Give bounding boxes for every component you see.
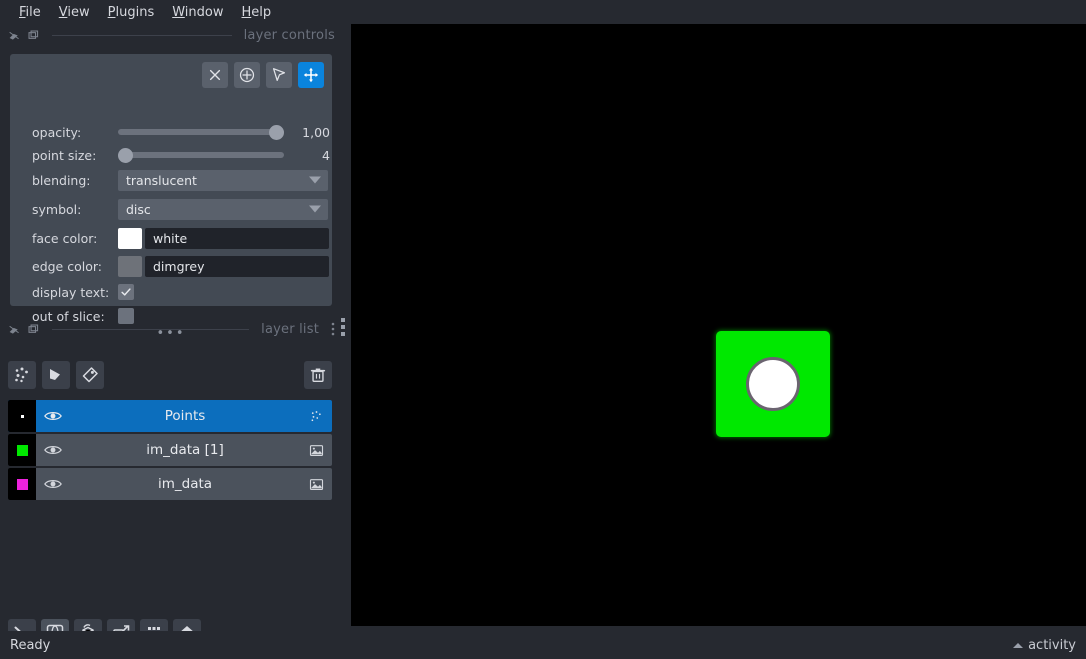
shapes-icon	[50, 369, 60, 380]
chevron-up-icon	[1013, 642, 1024, 648]
blending-label: blending:	[32, 172, 91, 188]
symbol-row: symbol: disc	[10, 197, 332, 221]
blending-value: translucent	[126, 172, 197, 188]
activity-button[interactable]: activity	[1013, 638, 1076, 653]
layer-list-buttons	[8, 361, 104, 389]
point-size-label: point size:	[32, 147, 97, 163]
display-text-row: display text:	[10, 280, 332, 304]
display-text-label: display text:	[32, 284, 110, 300]
edge-color-row: edge color: dimgrey	[10, 254, 332, 278]
eye-icon	[44, 480, 62, 488]
napari-viewer-window: File View Plugins Window Help layer cont…	[0, 0, 1086, 659]
layer-list-dock-header: layer list	[0, 318, 343, 340]
dock-header-rule	[52, 328, 250, 330]
layer-thumbnail	[8, 434, 36, 466]
new-points-layer-button[interactable]	[8, 361, 36, 389]
layer-visibility-toggle[interactable]	[36, 477, 70, 491]
points-icon	[311, 410, 321, 421]
dock-header-rule	[52, 34, 232, 36]
close-dock-icon[interactable]	[27, 29, 40, 42]
image-icon	[309, 444, 323, 456]
select-points-button[interactable]	[266, 62, 292, 88]
trash-icon	[310, 368, 326, 382]
opacity-slider[interactable]	[118, 122, 284, 142]
point-size-slider-handle[interactable]	[118, 147, 133, 163]
layer-type-icon	[300, 409, 332, 424]
points-icon	[15, 367, 28, 383]
layer-name: Points	[164, 408, 206, 424]
add-points-button[interactable]	[234, 62, 260, 88]
layer-type-icon	[300, 477, 332, 492]
opacity-value: 1,00	[302, 124, 330, 140]
float-dock-icon[interactable]	[8, 29, 21, 42]
layer-controls-dock-header: layer controls	[0, 24, 343, 46]
layer-list-title: layer list	[261, 321, 319, 337]
menu-help[interactable]: Help	[233, 3, 281, 22]
point-size-slider-track	[118, 152, 284, 158]
display-text-checkbox[interactable]	[118, 284, 134, 300]
opacity-label: opacity:	[32, 124, 82, 140]
close-dock-icon[interactable]	[27, 323, 40, 336]
layer-type-icon	[300, 443, 332, 458]
eye-icon	[44, 446, 62, 454]
layer-row-points[interactable]: Points	[8, 400, 332, 432]
edge-color-label: edge color:	[32, 258, 102, 274]
menu-plugins[interactable]: Plugins	[99, 3, 164, 22]
layer-name: im_data [1]	[146, 442, 224, 458]
point-size-slider[interactable]	[118, 145, 284, 165]
points-tool-toolbar	[202, 62, 324, 88]
green-image-square	[716, 331, 830, 437]
eye-icon	[44, 412, 62, 420]
delete-layer-button[interactable]	[304, 361, 332, 389]
menu-file[interactable]: File	[10, 3, 50, 22]
labels-tag-icon	[82, 367, 98, 383]
face-color-label: face color:	[32, 230, 98, 246]
layer-row-im-data-1[interactable]: im_data [1]	[8, 434, 332, 466]
symbol-value: disc	[126, 201, 151, 217]
layer-controls-panel: opacity: 1,00 point size: 4 blending: tr…	[10, 54, 332, 324]
edge-color-swatch[interactable]	[118, 255, 142, 277]
chevron-down-icon	[309, 176, 321, 184]
layer-list-overflow-menu-icon[interactable]	[331, 321, 335, 337]
face-color-swatch[interactable]	[118, 227, 142, 249]
opacity-slider-track	[118, 129, 284, 135]
image-icon	[309, 478, 323, 490]
status-message: Ready	[10, 637, 51, 653]
chevron-down-icon	[309, 205, 321, 213]
menu-view[interactable]: View	[50, 3, 99, 22]
face-color-input[interactable]: white	[145, 227, 329, 249]
layer-controls-title: layer controls	[243, 27, 335, 43]
pan-zoom-button[interactable]	[298, 62, 324, 88]
symbol-select[interactable]: disc	[118, 198, 328, 220]
check-icon	[121, 288, 131, 296]
blending-select[interactable]: translucent	[118, 169, 328, 191]
delete-selected-points-button[interactable]	[202, 62, 228, 88]
opacity-slider-handle[interactable]	[269, 124, 284, 140]
layer-visibility-toggle[interactable]	[36, 409, 70, 423]
point-size-value: 4	[322, 147, 330, 163]
menubar: File View Plugins Window Help	[0, 0, 1086, 24]
white-point-marker	[746, 357, 800, 411]
blending-row: blending: translucent	[10, 168, 332, 192]
symbol-label: symbol:	[32, 201, 82, 217]
layer-name: im_data	[157, 476, 213, 492]
layer-thumbnail	[8, 468, 36, 500]
new-labels-layer-button[interactable]	[76, 361, 104, 389]
layer-thumbnail	[8, 400, 36, 432]
edge-color-input[interactable]: dimgrey	[145, 255, 329, 277]
point-size-row: point size: 4	[10, 143, 332, 167]
menu-window[interactable]: Window	[163, 3, 232, 22]
layer-visibility-toggle[interactable]	[36, 443, 70, 457]
layer-row-im-data[interactable]: im_data	[8, 468, 332, 500]
float-dock-icon[interactable]	[8, 323, 21, 336]
activity-label: activity	[1028, 637, 1076, 653]
opacity-row: opacity: 1,00	[10, 120, 332, 144]
viewer-canvas[interactable]	[351, 24, 1086, 626]
face-color-row: face color: white	[10, 226, 332, 250]
panel-splitter-handle[interactable]	[339, 316, 347, 338]
layer-list: Points im_data [1] im_data	[8, 400, 332, 502]
new-shapes-layer-button[interactable]	[42, 361, 70, 389]
left-dock-column: layer controls opacity: 1,00 point size:…	[0, 24, 343, 647]
statusbar: Ready activity	[0, 631, 1086, 659]
